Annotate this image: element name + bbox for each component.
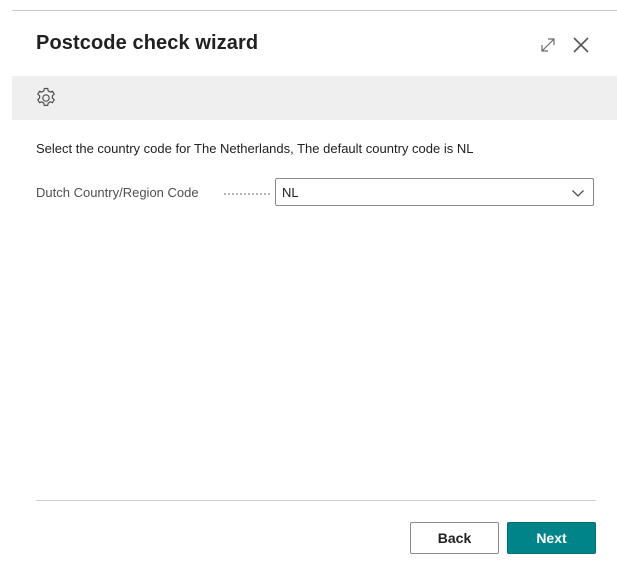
- close-icon: [573, 37, 589, 53]
- back-button[interactable]: Back: [410, 522, 499, 554]
- settings-button[interactable]: [32, 84, 60, 112]
- country-code-select[interactable]: NL: [275, 178, 594, 206]
- close-button[interactable]: [569, 33, 593, 57]
- country-code-value: NL: [282, 185, 299, 200]
- dialog-header: Postcode check wizard: [36, 32, 597, 60]
- expand-button[interactable]: [536, 33, 560, 57]
- top-divider: [12, 10, 617, 11]
- label-leader-dots: [224, 181, 270, 195]
- country-code-label: Dutch Country/Region Code: [36, 185, 199, 200]
- expand-icon: [541, 38, 555, 52]
- footer-divider: [36, 500, 596, 501]
- chevron-down-icon: [572, 190, 584, 197]
- dialog-title: Postcode check wizard: [36, 32, 259, 54]
- wizard-dialog: Postcode check wizard Select the country…: [0, 0, 617, 586]
- country-code-field: Dutch Country/Region Code NL: [36, 178, 596, 208]
- gear-icon: [37, 87, 55, 106]
- next-button[interactable]: Next: [507, 522, 596, 554]
- action-bar: [12, 76, 617, 120]
- instruction-text: Select the country code for The Netherla…: [36, 141, 474, 156]
